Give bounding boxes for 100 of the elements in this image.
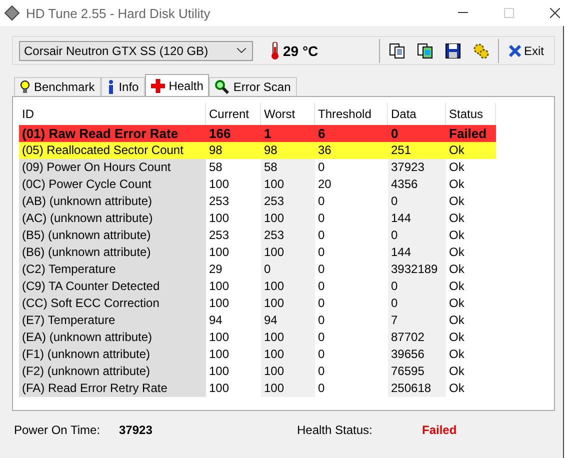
table-cell-text: 100 [208, 278, 230, 295]
table-cell-text: Ok [448, 380, 466, 397]
table-cell-text: 0 [317, 193, 326, 210]
table-cell: 0 [388, 295, 446, 312]
table-cell-text: Ok [448, 363, 466, 380]
table-cell: (0C) Power Cycle Count [19, 176, 206, 193]
table-cell: 58 [261, 159, 315, 176]
minimize-icon[interactable] [458, 12, 468, 14]
thermometer-icon [271, 42, 279, 60]
table-cell: 253 [261, 227, 315, 244]
table-cell: (EA) (unknown attribute) [19, 329, 206, 346]
table-cell-text: 100 [208, 244, 230, 261]
table-cell: (05) Reallocated Sector Count [19, 142, 206, 159]
table-cell: (F1) (unknown attribute) [19, 346, 206, 363]
copy-all-icon[interactable] [416, 42, 433, 58]
table-cell: (B5) (unknown attribute) [19, 227, 206, 244]
table-cell-text: 100 [208, 363, 230, 380]
table-cell-text: 58 [208, 159, 224, 176]
table-cell: 4356 [388, 176, 446, 193]
table-cell: 0 [388, 278, 446, 295]
table-cell: 100 [261, 329, 315, 346]
table-cell: 94 [261, 312, 315, 329]
table-cell: 100 [261, 176, 315, 193]
table-cell-text: 94 [208, 312, 224, 329]
table-cell: 36 [315, 142, 388, 159]
table-cell-text: 253 [208, 227, 230, 244]
table-cell: (09) Power On Hours Count [19, 159, 206, 176]
table-cell: (B6) (unknown attribute) [19, 244, 206, 261]
table-cell-text: 0 [317, 312, 326, 329]
table-cell-text: Ok [448, 176, 466, 193]
table-cell-text: 253 [208, 193, 230, 210]
table-cell: 144 [388, 244, 446, 261]
table-cell: (E7) Temperature [19, 312, 206, 329]
table-cell-text: Ok [448, 210, 466, 227]
table-cell: 39656 [388, 346, 446, 363]
table-cell: Failed [446, 125, 496, 142]
chevron-icon [237, 48, 246, 53]
table-cell: (C2) Temperature [19, 261, 206, 278]
window-title: HD Tune 2.55 - Hard Disk Utility [26, 6, 212, 20]
table-cell-text: Ok [448, 227, 466, 244]
table-cell: (CC) Soft ECC Correction [19, 295, 206, 312]
copy-icon[interactable] [388, 42, 405, 58]
table-cell-text: Ok [448, 261, 466, 278]
table-cell: 100 [261, 363, 315, 380]
table-cell: (AC) (unknown attribute) [19, 210, 206, 227]
info-icon [106, 80, 115, 94]
table-cell-text: 100 [208, 176, 230, 193]
table-cell: 100 [261, 346, 315, 363]
table-cell-text: Ok [448, 295, 466, 312]
table-cell-text: Ok [448, 329, 466, 346]
exit-button[interactable]: Exit [504, 44, 548, 58]
table-cell: 250618 [388, 380, 446, 397]
table-cell: 87702 [388, 329, 446, 346]
gears-icon[interactable] [472, 42, 489, 58]
table-cell: 3932189 [388, 261, 446, 278]
bulb-icon [20, 80, 30, 94]
table-cell: (C9) TA Counter Detected [19, 278, 206, 295]
power-on-value: 37923 [119, 423, 154, 437]
table-cell-text: 100 [208, 346, 230, 363]
table-cell: 76595 [388, 363, 446, 380]
table-cell-text: Ok [448, 346, 466, 363]
table-cell: 6 [315, 125, 388, 142]
tab[interactable]: Health [144, 74, 210, 96]
table-cell: 166 [206, 125, 261, 142]
table-cell-text: 0 [317, 329, 326, 346]
tab[interactable]: Benchmark [14, 77, 101, 96]
table-cell-text: 0 [317, 346, 326, 363]
table-cell: 100 [261, 210, 315, 227]
drive-dropdown[interactable]: Corsair Neutron GTX SS (120 GB) [19, 40, 253, 60]
table-cell-text: 0 [317, 295, 326, 312]
table-cell-text: 0 [317, 159, 326, 176]
magnifier-icon [215, 80, 230, 94]
table-cell: 1 [261, 125, 315, 142]
table-cell-text: 100 [208, 329, 230, 346]
table-cell: 144 [388, 210, 446, 227]
close-icon[interactable] [550, 8, 560, 18]
table-cell-text: Ok [448, 278, 466, 295]
save-icon[interactable] [444, 42, 461, 58]
table-cell: 100 [261, 278, 315, 295]
table-cell: Ok [446, 142, 496, 159]
health-status-label: Health Status: [297, 423, 374, 437]
table-cell-text: 100 [208, 380, 230, 397]
table-cell: 0 [388, 125, 446, 142]
table-cell-text: 0 [317, 244, 326, 261]
tab[interactable]: Info [100, 77, 145, 96]
table-cell-text: 0 [317, 261, 326, 278]
table-cell: 98 [206, 142, 261, 159]
table-cell-text: 29 [208, 261, 224, 278]
table-cell: 0 [388, 227, 446, 244]
table-cell-text: 20 [317, 176, 332, 193]
table-cell-text: Ok [448, 159, 466, 176]
table-cell: (AB) (unknown attribute) [19, 193, 206, 210]
table-cell: (FA) Read Error Retry Rate [19, 380, 206, 397]
table-cell: 0 [388, 193, 446, 210]
table-cell: 7 [388, 312, 446, 329]
table-cell: (F2) (unknown attribute) [19, 363, 206, 380]
tab[interactable]: Error Scan [209, 77, 297, 96]
table-cell: 100 [261, 244, 315, 261]
table-cell: 251 [388, 142, 446, 159]
table-cell-text: 100 [208, 295, 230, 312]
